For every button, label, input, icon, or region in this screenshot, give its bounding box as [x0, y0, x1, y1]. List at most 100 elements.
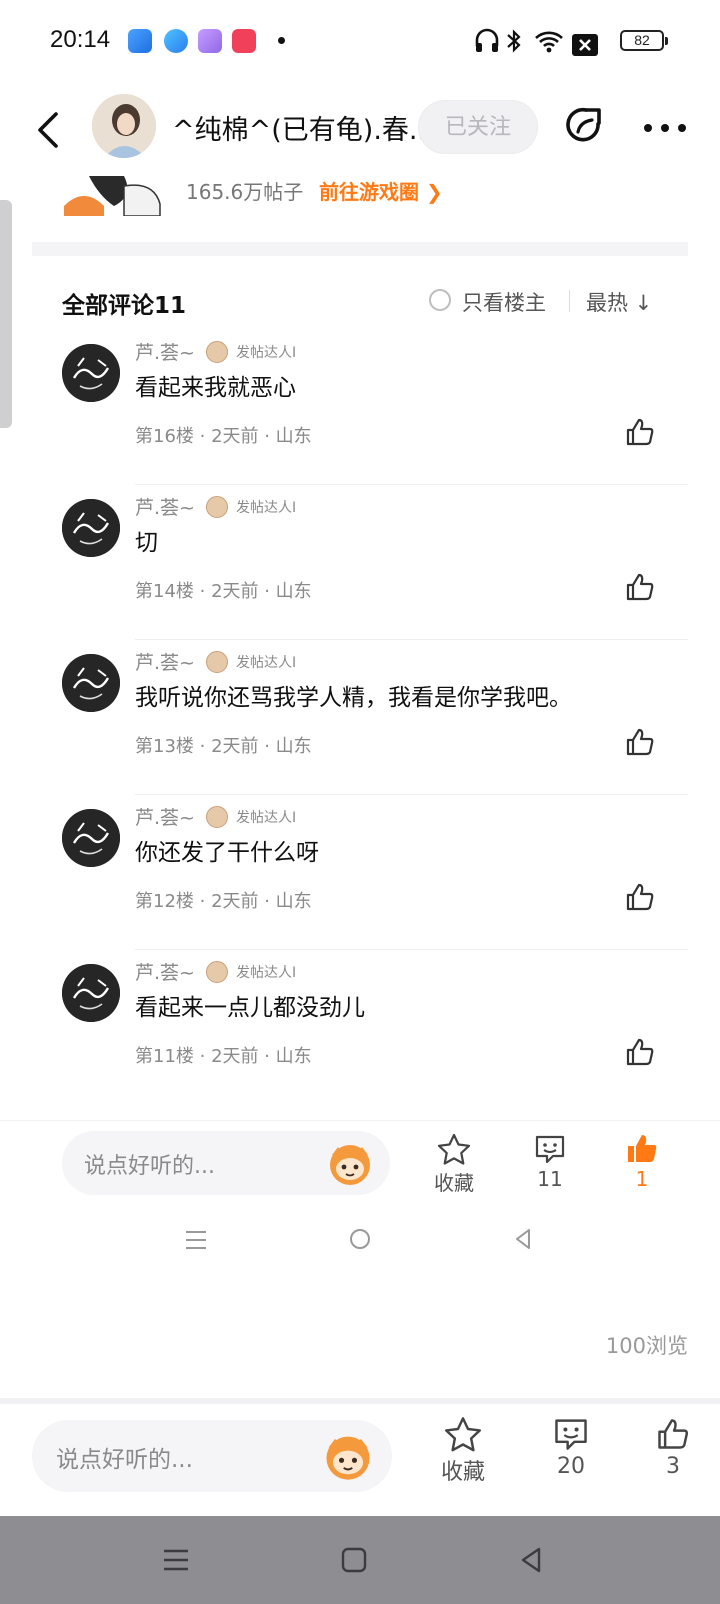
comment-item[interactable]: 芦.荟~ 发帖达人I 你还发了干什么呀 第12楼 · 2天前 · 山东 [0, 795, 720, 950]
bluetooth-icon [507, 29, 521, 53]
inner-favorite-label: 收藏 [434, 1171, 474, 1195]
comment-item[interactable]: 芦.荟~ 发帖达人I 切 第14楼 · 2天前 · 山东 [0, 485, 720, 640]
status-time: 20:14 [50, 26, 111, 53]
comment-text: 我听说你还骂我学人精，我看是你学我吧。 [135, 685, 572, 711]
home-icon[interactable] [348, 1227, 372, 1251]
like-icon[interactable] [624, 881, 656, 913]
badge-icon [206, 806, 228, 828]
comment-author[interactable]: 芦.荟~ [135, 958, 195, 985]
author-avatar[interactable] [92, 94, 156, 158]
comment-meta: 第11楼 · 2天前 · 山东 [135, 1046, 312, 1067]
commenter-avatar[interactable] [62, 344, 120, 402]
comment-item[interactable]: 芦.荟~ 发帖达人I 看起来我就恶心 第16楼 · 2天前 · 山东 [0, 330, 720, 485]
post-header: ^纯棉^(已有龟).春... 已关注 [0, 84, 720, 176]
author-avatar-image [92, 94, 156, 158]
forum-thumbnail[interactable] [64, 176, 164, 216]
comment-input[interactable]: 说点好听的... [32, 1420, 392, 1492]
commenter-avatar[interactable] [62, 654, 120, 712]
comment-text: 你还发了干什么呀 [135, 840, 319, 866]
comment-author[interactable]: 芦.荟~ [135, 338, 195, 365]
like-count: 3 [666, 1454, 680, 1479]
badge-icon [206, 961, 228, 983]
like-filled-icon [628, 1135, 657, 1162]
owner-only-radio[interactable] [429, 289, 451, 311]
forum-thumbnail-image [64, 176, 164, 216]
commenter-avatar[interactable] [62, 964, 120, 1022]
comment-text: 看起来一点儿都没劲儿 [135, 995, 365, 1021]
battery-indicator: 82 [620, 30, 668, 51]
comment-item[interactable]: 芦.荟~ 发帖达人I 看起来一点儿都没劲儿 第11楼 · 2天前 · 山东 [0, 950, 720, 1105]
badge-icon [206, 341, 228, 363]
comment-item[interactable]: 芦.荟~ 发帖达人I 我听说你还骂我学人精，我看是你学我吧。 第13楼 · 2天… [0, 640, 720, 795]
back-triangle-icon[interactable] [518, 1546, 544, 1574]
inner-like-button[interactable]: 1 [612, 1133, 672, 1191]
inner-like-count: 1 [635, 1167, 649, 1191]
commenter-avatar[interactable] [62, 809, 120, 867]
recents-icon[interactable] [162, 1548, 190, 1572]
comment-input-placeholder: 说点好听的... [56, 1447, 193, 1473]
mascot-emoji-icon[interactable] [324, 1137, 376, 1189]
inner-comment-count: 11 [537, 1167, 563, 1191]
commenter-avatar[interactable] [62, 499, 120, 557]
like-button[interactable]: 3 [638, 1416, 708, 1479]
forum-info-row: 165.6万帖子 前往游戏圈 ❯ [0, 176, 720, 236]
inner-favorite-button[interactable]: 收藏 [424, 1133, 484, 1196]
mascot-emoji-icon[interactable] [320, 1428, 376, 1484]
commenter-avatar-image [62, 809, 120, 867]
owner-only-filter[interactable]: 只看楼主 [462, 287, 546, 317]
status-bar: 20:14 82 [0, 0, 720, 84]
sim-blocked-icon [572, 34, 598, 56]
comment-badge-label: 发帖达人I [236, 810, 297, 826]
inner-comment-placeholder: 说点好听的... [84, 1154, 215, 1179]
like-icon[interactable] [624, 726, 656, 758]
more-options-icon[interactable] [640, 108, 690, 148]
system-navigation-bar [0, 1516, 720, 1604]
comment-badge-label: 发帖达人I [236, 965, 297, 981]
comment-badge-label: 发帖达人I [236, 500, 297, 516]
comment-meta: 第16楼 · 2天前 · 山东 [135, 426, 312, 447]
commenter-avatar-image [62, 964, 120, 1022]
go-to-game-circle-link[interactable]: 前往游戏圈 ❯ [319, 176, 443, 205]
like-icon[interactable] [624, 1036, 656, 1068]
comment-meta: 第14楼 · 2天前 · 山东 [135, 581, 312, 602]
section-divider [32, 242, 688, 256]
star-icon [445, 1417, 481, 1452]
comment-badge-label: 发帖达人I [236, 655, 297, 671]
follow-button[interactable]: 已关注 [418, 100, 538, 154]
like-icon[interactable] [624, 571, 656, 603]
comment-icon [535, 1135, 565, 1164]
back-triangle-icon[interactable] [512, 1227, 534, 1251]
comment-text: 看起来我就恶心 [135, 375, 296, 401]
comment-text: 切 [135, 530, 158, 556]
home-icon[interactable] [340, 1546, 368, 1574]
sort-dropdown[interactable]: 最热 ↓ [586, 287, 658, 317]
inner-action-bar: 说点好听的... 收藏 11 1 [0, 1120, 720, 1215]
music-app-icon [232, 29, 256, 53]
comment-author[interactable]: 芦.荟~ [135, 803, 195, 830]
menu-icon[interactable] [184, 1229, 208, 1251]
view-count: 100浏览 [605, 1334, 688, 1358]
like-icon [658, 1419, 689, 1449]
favorite-button[interactable]: 收藏 [428, 1416, 498, 1486]
star-icon [437, 1133, 471, 1165]
game-app-icon [198, 29, 222, 53]
back-button[interactable] [30, 106, 70, 154]
headphones-icon [475, 28, 499, 52]
comment-author[interactable]: 芦.荟~ [135, 648, 195, 675]
comment-button[interactable]: 20 [536, 1416, 606, 1479]
inner-navigation-bar [0, 1215, 720, 1295]
commenter-avatar-image [62, 654, 120, 712]
inner-comment-button[interactable]: 11 [520, 1133, 580, 1191]
comment-author[interactable]: 芦.荟~ [135, 493, 195, 520]
filter-separator [569, 290, 570, 312]
inner-comment-input[interactable]: 说点好听的... [62, 1131, 390, 1195]
comment-meta: 第13楼 · 2天前 · 山东 [135, 736, 312, 757]
share-icon[interactable] [562, 104, 606, 148]
commenter-avatar-image [62, 499, 120, 557]
forum-post-count: 165.6万帖子 [186, 180, 304, 204]
notification-dot [278, 37, 285, 44]
like-icon[interactable] [624, 416, 656, 448]
weather-app-icon [128, 29, 152, 53]
badge-icon [206, 496, 228, 518]
comments-title: 全部评论11 [62, 293, 187, 319]
